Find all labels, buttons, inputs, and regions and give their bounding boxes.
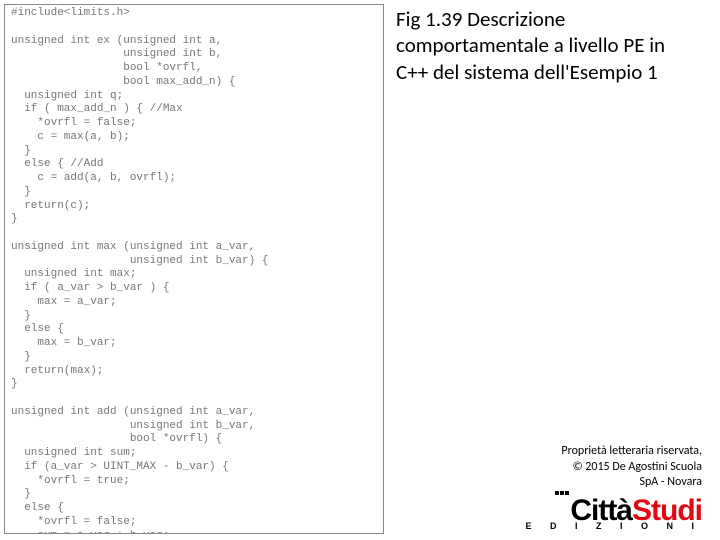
- copyright-text: Proprietà letteraria riservata, © 2015 D…: [396, 444, 702, 491]
- figure-caption: Fig 1.39 Descrizione comportamentale a l…: [396, 6, 702, 85]
- publisher-logo: CittàStudi E D I Z I O N I: [396, 497, 702, 534]
- brand-squares-icon: [555, 491, 569, 495]
- brand-subline: E D I Z I O N I: [525, 522, 702, 530]
- copyright-line3: SpA - Novara: [639, 475, 702, 489]
- right-panel: Fig 1.39 Descrizione comportamentale a l…: [384, 0, 720, 540]
- footer-block: Proprietà letteraria riservata, © 2015 D…: [396, 444, 702, 534]
- code-listing: #include<limits.h> unsigned int ex (unsi…: [4, 4, 384, 534]
- page-layout: #include<limits.h> unsigned int ex (unsi…: [0, 0, 720, 540]
- copyright-line1: Proprietà letteraria riservata,: [561, 444, 702, 458]
- copyright-line2: © 2015 De Agostini Scuola: [573, 460, 702, 474]
- brand-wordmark: CittàStudi E D I Z I O N I: [525, 497, 702, 530]
